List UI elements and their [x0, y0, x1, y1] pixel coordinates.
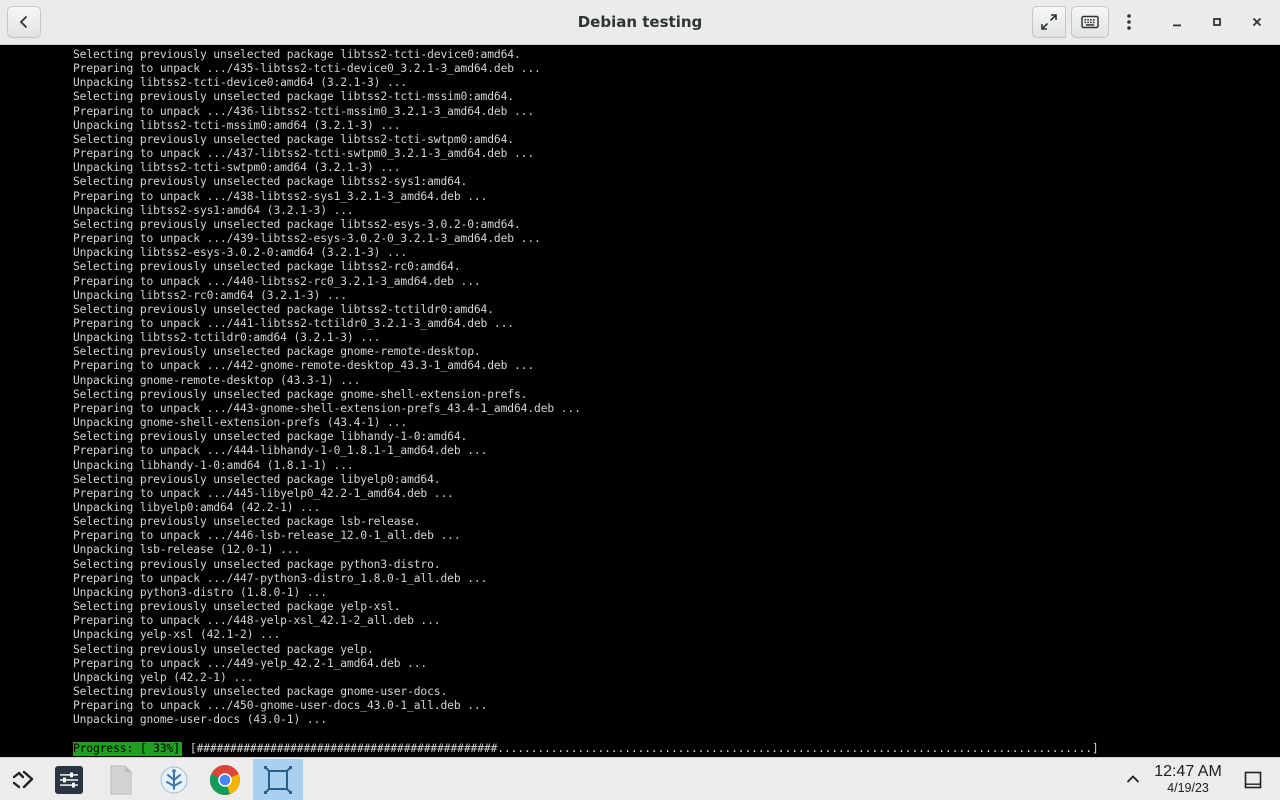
terminal-line: Preparing to unpack .../440-libtss2-rc0_…	[73, 274, 481, 288]
terminal-line: Unpacking libtss2-tctildr0:amd64 (3.2.1-…	[73, 331, 381, 345]
progress-bar: [#######################################…	[189, 742, 1099, 755]
terminal-line: Selecting previously unselected package …	[73, 48, 521, 61]
terminal-line: Selecting previously unselected package …	[73, 430, 468, 444]
terminal-line: Unpacking libtss2-sys1:amd64 (3.2.1-3) .…	[73, 203, 354, 217]
shelf: 12:47 AM 4/19/23	[0, 757, 1280, 800]
main-menu-button[interactable]	[1113, 6, 1145, 38]
terminal-line: Selecting previously unselected package …	[73, 90, 514, 104]
terminal-line: Preparing to unpack .../435-libtss2-tcti…	[73, 62, 541, 76]
terminal-line: Unpacking libtss2-tcti-device0:amd64 (3.…	[73, 76, 408, 90]
terminal-line: Unpacking libhandy-1-0:amd64 (1.8.1-1) .…	[73, 458, 354, 472]
terminal-line: Unpacking yelp (42.2-1) ...	[73, 670, 254, 684]
terminal-line: Unpacking gnome-shell-extension-prefs (4…	[73, 416, 408, 430]
terminal-line: Preparing to unpack .../445-libyelp0_42.…	[73, 486, 454, 500]
maximize-icon	[1213, 18, 1221, 26]
terminal-line: Preparing to unpack .../443-gnome-shell-…	[73, 401, 581, 415]
shelf-app-crosvm[interactable]	[151, 759, 197, 800]
terminal-line: Preparing to unpack .../446-lsb-release_…	[73, 529, 461, 543]
terminal-line: Selecting previously unselected package …	[73, 642, 374, 656]
keyboard-icon	[1081, 15, 1099, 29]
terminal-line: Preparing to unpack .../436-libtss2-tcti…	[73, 104, 535, 118]
terminal-line: Unpacking lsb-release (12.0-1) ...	[73, 543, 301, 557]
keyboard-button[interactable]	[1071, 6, 1109, 38]
kebab-menu-icon	[1127, 14, 1131, 30]
terminal-line: Selecting previously unselected package …	[73, 217, 521, 231]
back-button[interactable]	[7, 6, 41, 38]
terminal-line: Selecting previously unselected package …	[73, 387, 528, 401]
terminal-line: Preparing to unpack .../439-libtss2-esys…	[73, 232, 541, 246]
terminal-line: Preparing to unpack .../449-yelp_42.2-1_…	[73, 656, 428, 670]
terminal-line: Unpacking gnome-remote-desktop (43.3-1) …	[73, 373, 361, 387]
back-arrow-icon	[19, 15, 28, 29]
close-button[interactable]	[1242, 6, 1272, 38]
terminal-line: Selecting previously unselected package …	[73, 515, 421, 529]
apt-progress: Progress: [ 33%] [######################…	[73, 742, 1099, 756]
terminal-line: Selecting previously unselected package …	[73, 345, 481, 359]
terminal-line: Unpacking libtss2-tcti-mssim0:amd64 (3.2…	[73, 118, 401, 132]
close-icon	[1252, 17, 1262, 27]
terminal-vm-icon	[264, 765, 292, 794]
terminal-line: Preparing to unpack .../442-gnome-remote…	[73, 359, 535, 373]
launcher-button[interactable]	[0, 759, 46, 800]
terminal-line: Selecting previously unselected package …	[73, 685, 448, 699]
terminal-line: Preparing to unpack .../447-python3-dist…	[73, 571, 488, 585]
terminal-line: Selecting previously unselected package …	[73, 600, 401, 614]
minimize-icon	[1173, 24, 1181, 27]
shelf-app-files[interactable]	[98, 759, 144, 800]
fullscreen-button[interactable]	[1032, 6, 1066, 38]
clock-time: 12:47 AM	[1154, 763, 1222, 780]
shelf-app-chrome[interactable]	[202, 759, 248, 800]
terminal-line: Unpacking yelp-xsl (42.1-2) ...	[73, 628, 281, 642]
tray-expand-button[interactable]	[1122, 768, 1144, 790]
terminal-line: Selecting previously unselected package …	[73, 472, 441, 486]
terminal-line: Preparing to unpack .../438-libtss2-sys1…	[73, 189, 488, 203]
launcher-icon	[12, 770, 34, 788]
terminal-line: Unpacking libtss2-esys-3.0.2-0:amd64 (3.…	[73, 246, 408, 260]
terminal-lines: Selecting previously unselected package …	[73, 48, 581, 728]
notification-button[interactable]	[1241, 768, 1265, 792]
terminal-line: Preparing to unpack .../448-yelp-xsl_42.…	[73, 614, 441, 628]
terminal-line: Unpacking gnome-user-docs (43.0-1) ...	[73, 713, 327, 727]
maximize-button[interactable]	[1202, 6, 1232, 38]
minimize-button[interactable]	[1162, 6, 1192, 38]
terminal-line: Preparing to unpack .../441-libtss2-tcti…	[73, 316, 514, 330]
terminal-line: Preparing to unpack .../437-libtss2-tcti…	[73, 147, 535, 161]
terminal-line: Selecting previously unselected package …	[73, 175, 468, 189]
shelf-app-terminal[interactable]	[253, 759, 303, 800]
terminal-line: Unpacking python3-distro (1.8.0-1) ...	[73, 585, 327, 599]
progress-label: Progress: [ 33%]	[73, 742, 182, 756]
terminal-line: Selecting previously unselected package …	[73, 302, 494, 316]
clock-date: 4/19/23	[1167, 781, 1209, 795]
files-icon	[110, 765, 132, 794]
notification-square-icon	[1244, 771, 1262, 789]
crosvm-icon	[160, 766, 188, 793]
system-clock[interactable]: 12:47 AM 4/19/23	[1150, 763, 1226, 795]
shelf-app-settings[interactable]	[46, 759, 92, 800]
terminal-output[interactable]: Selecting previously unselected package …	[0, 45, 1280, 757]
title-bar: Debian testing	[0, 0, 1280, 45]
terminal-line: Preparing to unpack .../450-gnome-user-d…	[73, 699, 488, 713]
terminal-line: Unpacking libtss2-tcti-swtpm0:amd64 (3.2…	[73, 161, 401, 175]
terminal-line: Preparing to unpack .../444-libhandy-1-0…	[73, 444, 488, 458]
fullscreen-icon	[1041, 14, 1057, 30]
terminal-line: Selecting previously unselected package …	[73, 260, 461, 274]
chevron-up-icon	[1126, 775, 1140, 783]
terminal-line: Unpacking libyelp0:amd64 (42.2-1) ...	[73, 501, 321, 514]
terminal-line: Unpacking libtss2-rc0:amd64 (3.2.1-3) ..…	[73, 288, 347, 302]
terminal-line: Selecting previously unselected package …	[73, 132, 514, 146]
chrome-icon	[209, 764, 241, 795]
settings-sliders-icon	[55, 765, 83, 794]
terminal-line: Selecting previously unselected package …	[73, 557, 441, 571]
